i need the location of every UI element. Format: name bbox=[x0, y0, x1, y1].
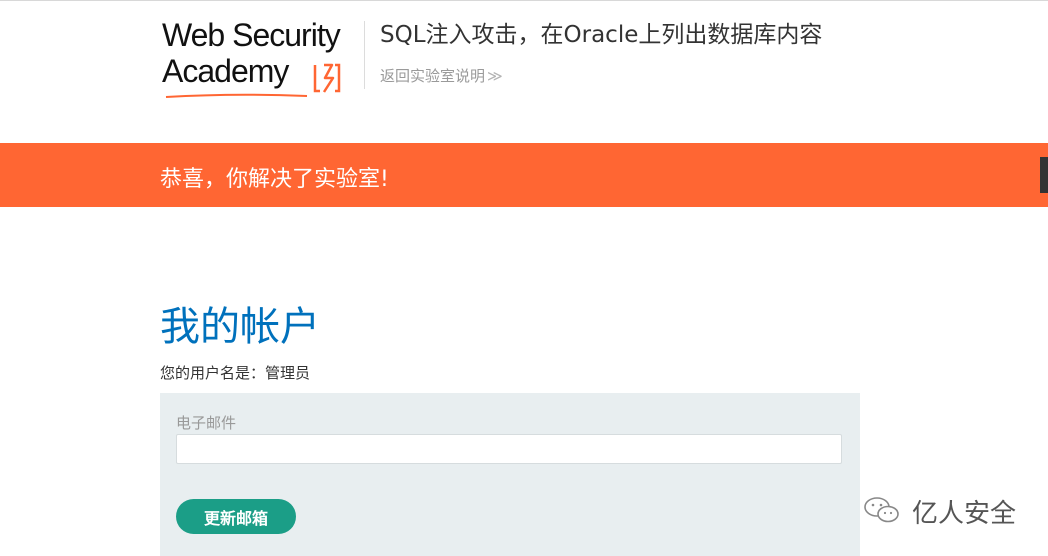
back-to-lab-description-link[interactable]: 返回实验室说明 ≫ bbox=[380, 65, 503, 86]
email-label: 电子邮件 bbox=[176, 414, 237, 432]
page-header: Web Security Academy SQL注入攻击，在Oracle上列出数… bbox=[0, 1, 1048, 143]
update-email-form: 电子邮件 更新邮箱 bbox=[160, 393, 860, 556]
wechat-icon bbox=[864, 497, 899, 523]
lab-solved-banner: 恭喜，你解决了实验室! bbox=[0, 143, 1048, 207]
logo-underline bbox=[165, 93, 308, 98]
lab-title: SQL注入攻击，在Oracle上列出数据库内容 bbox=[380, 22, 823, 48]
update-email-button[interactable]: 更新邮箱 bbox=[176, 499, 296, 534]
username-text: 您的用户名是：管理员 bbox=[160, 364, 311, 382]
email-input[interactable] bbox=[176, 434, 842, 464]
watermark: 亿人安全 bbox=[862, 493, 1032, 529]
back-link-label: 返回实验室说明 bbox=[380, 67, 486, 85]
banner-side-tab[interactable] bbox=[1040, 157, 1048, 193]
watermark-text: 亿人安全 bbox=[912, 499, 1017, 529]
logo-line-1: Web Security bbox=[162, 17, 341, 53]
double-chevron-right-icon: ≫ bbox=[487, 67, 503, 85]
header-divider bbox=[364, 21, 365, 89]
page-title: 我的帐户 bbox=[160, 304, 320, 350]
web-security-academy-logo[interactable]: Web Security Academy bbox=[162, 17, 362, 98]
logo-bolt-icon bbox=[313, 63, 341, 93]
banner-message: 恭喜，你解决了实验室! bbox=[160, 167, 389, 192]
